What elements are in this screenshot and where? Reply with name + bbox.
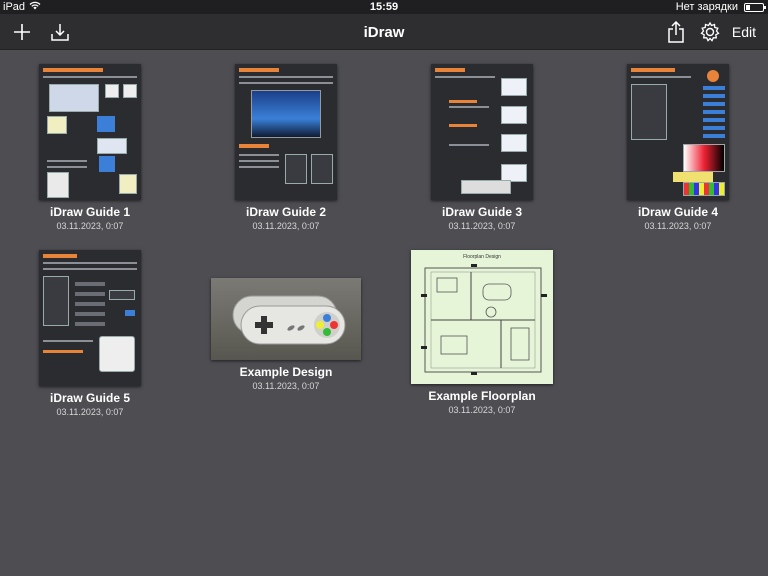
- document-date: 03.11.2023, 0:07: [56, 221, 124, 231]
- document-name: iDraw Guide 2: [245, 205, 327, 219]
- battery-icon: [744, 2, 766, 12]
- document-date: 03.11.2023, 0:07: [252, 381, 320, 391]
- document-item[interactable]: iDraw Guide 4 03.11.2023, 0:07: [598, 64, 758, 231]
- document-date: 03.11.2023, 0:07: [252, 221, 320, 231]
- document-thumbnail[interactable]: [235, 64, 337, 200]
- nav-bar: iDraw Edit: [0, 14, 768, 50]
- document-name: Example Floorplan: [428, 389, 536, 403]
- document-thumbnail[interactable]: [39, 64, 141, 200]
- document-name: iDraw Guide 4: [637, 205, 719, 219]
- share-icon[interactable]: [664, 20, 688, 44]
- status-bar: iPad 15:59 Нет зарядки: [0, 0, 768, 14]
- gear-icon[interactable]: [698, 20, 722, 44]
- floorplan-title: Floorplan Design: [463, 254, 501, 260]
- document-thumbnail[interactable]: [211, 278, 361, 360]
- document-name: iDraw Guide 1: [49, 205, 131, 219]
- gamepad-icon: [232, 295, 346, 345]
- document-thumbnail[interactable]: Floorplan Design: [411, 250, 553, 384]
- document-item[interactable]: Example Design 03.11.2023, 0:07: [206, 250, 366, 391]
- document-item[interactable]: iDraw Guide 2 03.11.2023, 0:07: [206, 64, 366, 231]
- document-thumbnail[interactable]: [627, 64, 729, 200]
- palm-beach-image: [251, 90, 321, 138]
- document-item[interactable]: iDraw Guide 1 03.11.2023, 0:07: [10, 64, 170, 231]
- text-sample: [673, 172, 713, 182]
- edit-button[interactable]: Edit: [732, 24, 756, 40]
- document-date: 03.11.2023, 0:07: [448, 405, 516, 415]
- document-name: iDraw Guide 5: [49, 391, 131, 405]
- document-thumbnail[interactable]: [431, 64, 533, 200]
- status-time: 15:59: [369, 1, 399, 13]
- document-name: iDraw Guide 3: [441, 205, 523, 219]
- document-date: 03.11.2023, 0:07: [56, 407, 124, 417]
- document-name: Example Design: [239, 365, 333, 379]
- nav-title: iDraw: [363, 24, 405, 41]
- floorplan-drawing: [421, 264, 547, 375]
- document-item[interactable]: Floorplan Design Example Floorplan 03.11…: [402, 250, 562, 415]
- document-date: 03.11.2023, 0:07: [448, 221, 516, 231]
- charging-status: Нет зарядки: [675, 1, 738, 13]
- document-item[interactable]: iDraw Guide 5 03.11.2023, 0:07: [10, 250, 170, 417]
- document-date: 03.11.2023, 0:07: [644, 221, 712, 231]
- document-item[interactable]: iDraw Guide 3 03.11.2023, 0:07: [402, 64, 562, 231]
- document-thumbnail[interactable]: [39, 250, 141, 386]
